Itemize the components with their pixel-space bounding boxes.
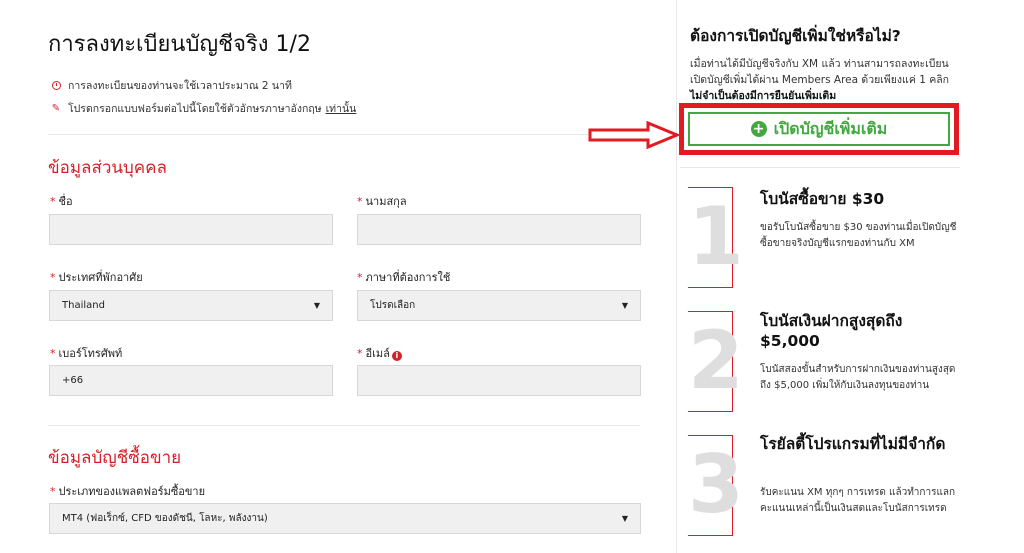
caret-down-icon: ▼ [621,301,628,310]
open-additional-account-label: เปิดบัญชีเพิ่มเติม [773,118,888,138]
sidebar-text-2: เปิดบัญชีเพิ่มได้ผ่าน Members Area ด้วยเ… [690,74,950,86]
first-name-input[interactable] [49,214,333,245]
plus-circle-icon: + [750,121,767,137]
sidebar-divider [680,167,960,168]
time-notice: การลงทะเบียนของท่านจะใช้เวลาประมาณ 2 นาท… [50,77,292,94]
bonus-title-1: โบนัสซื้อขาย $30 [760,190,885,208]
bonus-number-2: 2 [688,311,744,412]
bonus-title-2: โบนัสเงินฝากสูงสุดถึง $5,000 [760,312,903,350]
caret-down-icon: ▼ [313,301,320,310]
red-arrow-icon [588,121,680,149]
section-divider [48,425,640,426]
bonus-text-3: รับคะแนน XM ทุกๆ การเทรด แล้วทำการแลกคะแ… [760,487,956,514]
pencil-icon: ✎ [51,103,61,114]
column-divider [676,0,677,553]
language-select-value: โปรดเลือก [370,300,416,311]
time-notice-text: การลงทะเบียนของท่านจะใช้เวลาประมาณ 2 นาท… [68,80,292,92]
phone-label: * เบอร์โทรศัพท์ [50,347,123,360]
open-additional-account-button[interactable]: + เปิดบัญชีเพิ่มเติม [688,112,950,146]
sidebar-text-1: เมื่อท่านได้มีบัญชีจริงกับ XM แล้ว ท่านส… [690,58,949,70]
bonus-title-3: โรยัลตี้โปรแกรมที่ไม่มีจำกัด [760,435,946,453]
country-select-value: Thailand [62,300,105,311]
last-name-input[interactable] [357,214,641,245]
language-label: * ภาษาที่ต้องการใช้ [357,271,451,284]
platform-select-value: MT4 (ฟอเร็กซ์, CFD ของดัชนี, โลหะ, พลังง… [62,513,268,524]
country-label: * ประเทศที่พักอาศัย [50,271,143,284]
english-only-link[interactable]: เท่านั้น [326,100,357,117]
first-name-label: * ชื่อ [50,195,73,208]
platform-select[interactable]: MT4 (ฟอเร็กซ์, CFD ของดัชนี, โลหะ, พลังง… [49,503,641,534]
platform-label: * ประเภทของแพลตฟอร์มซื้อขาย [50,485,206,498]
email-input[interactable] [357,365,641,396]
trading-section-title: ข้อมูลบัญชีซื้อขาย [48,448,182,468]
bonus-text-1: ขอรับโบนัสซื้อขาย $30 ของท่านเมื่อเปิดบั… [760,222,957,249]
language-select[interactable]: โปรดเลือก ▼ [357,290,641,321]
clock-icon [50,81,62,90]
page-title: การลงทะเบียนบัญชีจริง 1/2 [48,32,311,57]
bonus-number-1: 1 [688,187,744,288]
personal-section-title: ข้อมูลส่วนบุคคล [48,158,167,178]
caret-down-icon: ▼ [621,514,628,523]
sidebar-text-3: ไม่จำเป็นต้องมีการยืนยันเพิ่มเติม [690,90,837,102]
bonus-text-2: โบนัสสองขั้นสำหรับการฝากเงินของท่านสูงสุ… [760,364,956,391]
info-icon[interactable]: i [391,351,402,361]
bonus-number-3: 3 [688,435,744,536]
english-notice: ✎ โปรดกรอกแบบฟอร์มต่อไปนี้โดยใช้ตัวอักษร… [50,100,357,117]
section-divider [48,134,640,135]
phone-input[interactable]: +66 [49,365,333,396]
sidebar-title: ต้องการเปิดบัญชีเพิ่มใช่หรือไม่? [690,27,901,45]
english-notice-text: โปรดกรอกแบบฟอร์มต่อไปนี้โดยใช้ตัวอักษรภา… [68,103,322,115]
last-name-label: * นามสกุล [357,195,407,208]
email-label: * อีเมล์ i [357,344,402,362]
country-select[interactable]: Thailand ▼ [49,290,333,321]
